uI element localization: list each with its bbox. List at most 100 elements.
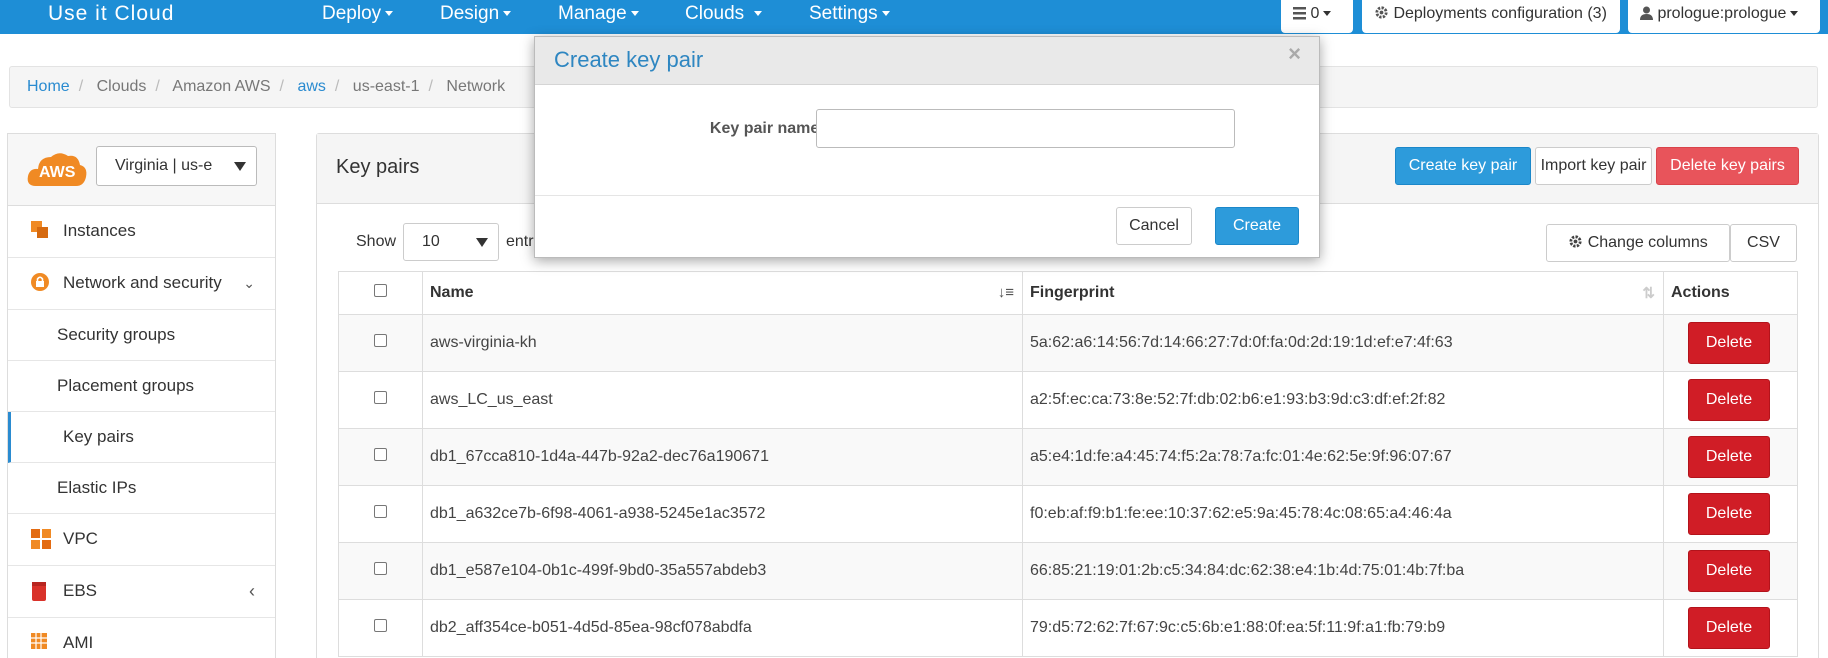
chevron-down-icon bbox=[503, 11, 512, 17]
panel-title: Key pairs bbox=[336, 156, 420, 178]
entries-label: entr bbox=[506, 233, 534, 250]
lock-icon bbox=[31, 273, 49, 291]
column-header-label: Actions bbox=[1671, 284, 1730, 301]
chevron-left-icon: ‹ bbox=[249, 581, 255, 601]
sidebar-item-elastic-ips[interactable]: Elastic IPs bbox=[8, 463, 275, 514]
delete-button[interactable]: Delete bbox=[1688, 379, 1770, 421]
menu-deploy-label: Deploy bbox=[322, 3, 382, 24]
key-pair-name: aws-virginia-kh bbox=[422, 314, 1023, 372]
key-pair-fingerprint: 79:d5:72:62:7f:67:9c:c5:6b:e1:88:0f:ea:5… bbox=[1022, 599, 1664, 657]
change-columns-label: Change columns bbox=[1587, 234, 1708, 251]
breadcrumb-region: us-east-1 bbox=[352, 78, 420, 95]
user-menu-button[interactable]: prologue:prologue bbox=[1628, 0, 1820, 33]
sort-icon: ⇅ bbox=[1642, 285, 1655, 302]
region-select[interactable]: Virginia | us-e bbox=[96, 146, 257, 186]
breadcrumb-aws[interactable]: aws bbox=[297, 78, 325, 95]
table-row: db1_e587e104-0b1c-499f-9bd0-35a557abdeb3… bbox=[338, 542, 1798, 600]
sidebar-item-placement-groups[interactable]: Placement groups bbox=[8, 361, 275, 412]
column-header-label: Name bbox=[430, 284, 474, 301]
menu-clouds[interactable]: Clouds bbox=[685, 0, 763, 28]
delete-button[interactable]: Delete bbox=[1688, 493, 1770, 535]
row-checkbox[interactable] bbox=[374, 562, 387, 575]
instances-icon bbox=[31, 221, 48, 238]
delete-key-pairs-button[interactable]: Delete key pairs bbox=[1656, 147, 1799, 185]
cancel-button[interactable]: Cancel bbox=[1116, 207, 1192, 245]
change-columns-button[interactable]: Change columns bbox=[1546, 224, 1730, 262]
gear-icon bbox=[1569, 235, 1582, 248]
sidebar-item-security-groups[interactable]: Security groups bbox=[8, 310, 275, 361]
modal-title: Create key pair bbox=[554, 47, 704, 72]
region-select-value: Virginia | us-e bbox=[115, 157, 213, 174]
row-checkbox[interactable] bbox=[374, 391, 387, 404]
select-all-checkbox[interactable] bbox=[374, 284, 387, 297]
chevron-down-icon bbox=[1323, 11, 1332, 17]
column-header-fingerprint[interactable]: Fingerprint ⇅ bbox=[1022, 271, 1664, 315]
ebs-icon bbox=[32, 582, 46, 601]
sidebar-item-instances[interactable]: Instances bbox=[8, 206, 275, 258]
row-checkbox[interactable] bbox=[374, 334, 387, 347]
sidebar-item-label: EBS bbox=[63, 581, 98, 600]
menu-deploy[interactable]: Deploy bbox=[322, 0, 394, 28]
delete-button[interactable]: Delete bbox=[1688, 550, 1770, 592]
gear-icon bbox=[1375, 6, 1388, 19]
user-label: prologue:prologue bbox=[1657, 5, 1787, 22]
table-row: db1_67cca810-1d4a-447b-92a2-dec76a190671… bbox=[338, 428, 1798, 486]
delete-button[interactable]: Delete bbox=[1688, 436, 1770, 478]
chevron-down-icon bbox=[630, 11, 639, 17]
sidebar-item-ebs[interactable]: EBS ‹ bbox=[8, 566, 275, 618]
sidebar-item-label: Instances bbox=[63, 221, 136, 240]
deployments-config-button[interactable]: Deployments configuration (3) bbox=[1362, 0, 1620, 33]
vpc-icon bbox=[31, 529, 51, 549]
delete-button[interactable]: Delete bbox=[1688, 607, 1770, 649]
deployments-config-label: Deployments configuration (3) bbox=[1393, 5, 1607, 22]
delete-button[interactable]: Delete bbox=[1688, 322, 1770, 364]
modal-footer: Cancel Create bbox=[535, 195, 1319, 257]
create-key-pair-modal: Create key pair × Key pair name * Cancel… bbox=[534, 36, 1320, 258]
row-checkbox[interactable] bbox=[374, 619, 387, 632]
key-pairs-table: Name ↓≡ Fingerprint ⇅ Actions aws-virginia… bbox=[338, 271, 1798, 657]
csv-export-button[interactable]: CSV bbox=[1730, 224, 1797, 262]
modal-header: Create key pair × bbox=[535, 37, 1319, 85]
key-pair-name: db1_67cca810-1d4a-447b-92a2-dec76a190671 bbox=[422, 428, 1023, 486]
sidebar-item-ami[interactable]: AMI bbox=[8, 618, 275, 658]
column-header-name[interactable]: Name ↓≡ bbox=[422, 271, 1023, 315]
sidebar: AWS Virginia | us-e Instances Network an… bbox=[7, 133, 276, 658]
row-checkbox[interactable] bbox=[374, 448, 387, 461]
key-pair-name-input[interactable] bbox=[816, 109, 1235, 148]
ami-icon bbox=[31, 633, 47, 649]
close-icon[interactable]: × bbox=[1288, 41, 1301, 67]
dropdown-arrow-icon bbox=[234, 162, 246, 171]
breadcrumb-home[interactable]: Home bbox=[27, 78, 70, 95]
key-pair-fingerprint: a2:5f:ec:ca:73:8e:52:7f:db:02:b6:e1:93:b… bbox=[1022, 371, 1664, 429]
breadcrumb-clouds: Clouds bbox=[96, 78, 147, 95]
top-navbar: Use it Cloud Deploy Design Manage Clouds… bbox=[0, 0, 1828, 34]
sidebar-item-label: VPC bbox=[63, 529, 98, 548]
row-checkbox[interactable] bbox=[374, 505, 387, 518]
menu-manage[interactable]: Manage bbox=[558, 0, 639, 28]
import-key-pair-button[interactable]: Import key pair bbox=[1535, 147, 1652, 185]
select-all-cell bbox=[338, 271, 423, 315]
brand-logo[interactable]: Use it Cloud bbox=[48, 0, 174, 28]
breadcrumb-amazon-aws: Amazon AWS bbox=[172, 78, 271, 95]
key-pair-name: db2_aff354ce-b051-4d5d-85ea-98cf078abdfa bbox=[422, 599, 1023, 657]
page-length-select[interactable]: 10 bbox=[403, 223, 499, 261]
create-key-pair-button[interactable]: Create key pair bbox=[1395, 147, 1531, 185]
key-pair-fingerprint: 66:85:21:19:01:2b:c5:34:84:dc:62:38:e4:1… bbox=[1022, 542, 1664, 600]
key-pair-fingerprint: 5a:62:a6:14:56:7d:14:66:27:7d:0f:fa:0d:2… bbox=[1022, 314, 1664, 372]
sidebar-item-vpc[interactable]: VPC bbox=[8, 514, 275, 566]
chevron-down-icon: ⌄ bbox=[243, 275, 255, 291]
tasks-button[interactable]: 0 bbox=[1281, 0, 1353, 33]
sort-desc-icon: ↓≡ bbox=[997, 284, 1014, 301]
menu-design[interactable]: Design bbox=[440, 0, 512, 28]
column-header-label: Fingerprint bbox=[1030, 284, 1115, 301]
table-header-row: Name ↓≡ Fingerprint ⇅ Actions bbox=[338, 271, 1798, 315]
dropdown-arrow-icon bbox=[476, 238, 488, 247]
breadcrumb-network: Network bbox=[446, 78, 506, 95]
sidebar-item-label: AMI bbox=[63, 633, 94, 652]
chevron-down-icon bbox=[385, 11, 394, 17]
field-label-text: Key pair name bbox=[709, 120, 820, 137]
sidebar-item-network-security[interactable]: Network and security ⌄ bbox=[8, 258, 275, 310]
sidebar-item-key-pairs[interactable]: Key pairs bbox=[8, 412, 275, 463]
create-button[interactable]: Create bbox=[1215, 207, 1299, 245]
menu-settings[interactable]: Settings bbox=[809, 0, 890, 28]
